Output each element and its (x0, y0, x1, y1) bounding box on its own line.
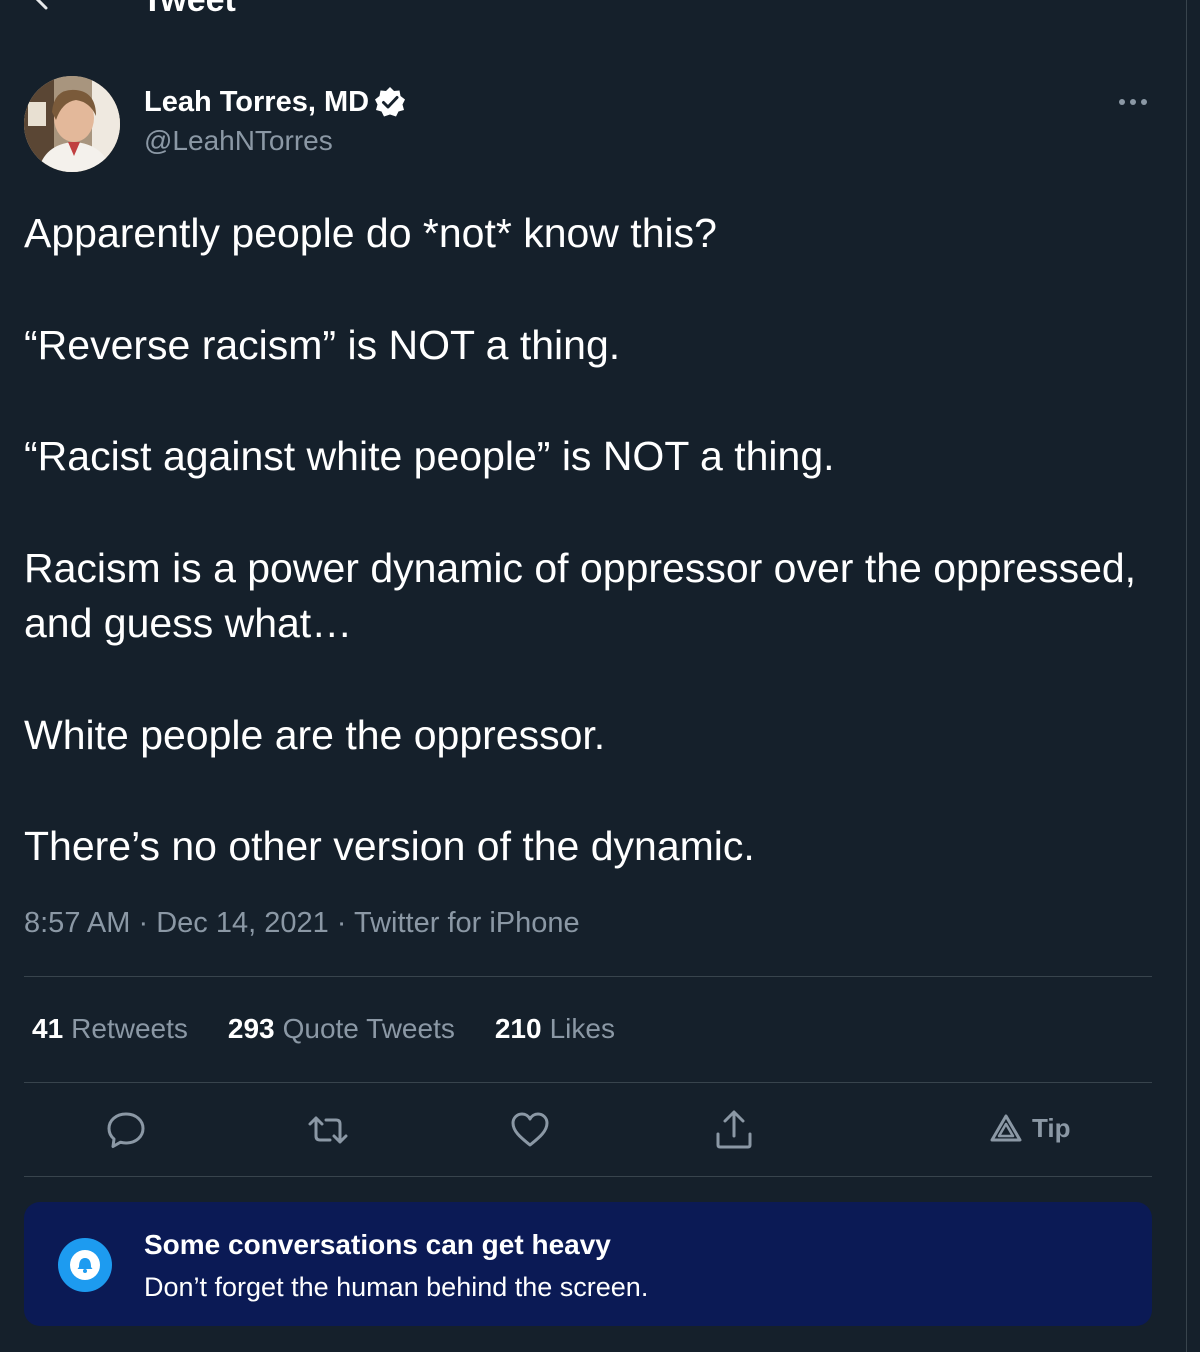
reply-icon[interactable] (104, 1108, 148, 1152)
heavy-conversation-banner[interactable]: Some conversations can get heavy Don’t f… (24, 1202, 1152, 1326)
likes-label: Likes (549, 1013, 615, 1044)
quote-tweets-count: 293 (227, 1013, 275, 1044)
retweets-count: 41 (32, 1013, 64, 1044)
meta-separator: · (138, 907, 149, 939)
tweet-time[interactable]: 8:57 AM (24, 907, 130, 939)
avatar[interactable] (24, 76, 120, 172)
retweet-icon[interactable] (306, 1108, 350, 1152)
divider (24, 1082, 1152, 1083)
tip-button[interactable]: Tip (990, 1110, 1071, 1146)
bell-icon (58, 1238, 112, 1292)
author-name[interactable]: Leah Torres, MD (144, 84, 407, 120)
tweet-source[interactable]: Twitter for iPhone (354, 907, 580, 939)
quote-tweets-stat[interactable]: 293 Quote Tweets (228, 1010, 455, 1048)
column-border (1186, 0, 1187, 1352)
quote-tweets-label: Quote Tweets (282, 1013, 455, 1044)
back-arrow-icon[interactable] (28, 0, 68, 18)
banner-text: Don’t forget the human behind the screen… (144, 1272, 649, 1302)
tweet-text: Apparently people do *not* know this? “R… (24, 206, 1164, 875)
page-title: Tweet (142, 0, 236, 19)
share-icon[interactable] (712, 1108, 756, 1152)
tweet-paragraph: Apparently people do *not* know this? (24, 210, 717, 256)
more-icon[interactable] (1112, 88, 1154, 116)
tweet-paragraph: Racism is a power dynamic of oppressor o… (24, 544, 1137, 647)
tweet-date[interactable]: Dec 14, 2021 (156, 907, 329, 939)
tip-label: Tip (1032, 1112, 1071, 1143)
divider (24, 1176, 1152, 1177)
tweet-paragraph: There’s no other version of the dynamic. (24, 823, 755, 869)
author-handle[interactable]: @LeahNTorres (144, 124, 333, 158)
tweet-meta: 8:57 AM · Dec 14, 2021 · Twitter for iPh… (24, 904, 580, 942)
tweet-paragraph: “Racist against white people” is NOT a t… (24, 433, 835, 479)
top-bar: Tweet (0, 0, 1186, 20)
verified-badge-icon (375, 87, 406, 117)
meta-separator: · (336, 907, 347, 939)
divider (24, 976, 1152, 977)
likes-count: 210 (494, 1013, 542, 1044)
tweet-paragraph: White people are the oppressor. (24, 711, 606, 758)
retweets-stat[interactable]: 41 Retweets (32, 1010, 188, 1048)
banner-title: Some conversations can get heavy (144, 1229, 611, 1260)
tweet-paragraph: “Reverse racism” is NOT a thing. (24, 321, 621, 368)
author-name-text: Leah Torres, MD (144, 86, 370, 118)
retweets-label: Retweets (71, 1013, 188, 1044)
engagement-stats: 41 Retweets 293 Quote Tweets 210 Likes (32, 1010, 655, 1048)
like-icon[interactable] (508, 1108, 552, 1152)
likes-stat[interactable]: 210 Likes (495, 1010, 615, 1048)
tip-icon (990, 1114, 1022, 1142)
